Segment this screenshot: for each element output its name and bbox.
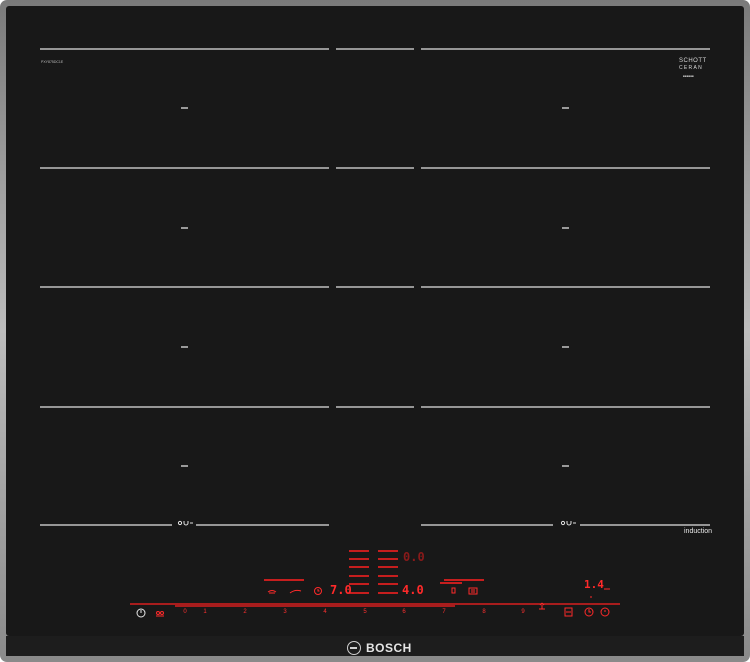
- model-number: PXY875DC1E: [41, 60, 64, 64]
- scale-8[interactable]: 8: [479, 609, 489, 615]
- display-right: 4.0: [402, 583, 424, 597]
- brand-name: BOSCH: [366, 641, 412, 655]
- schott-label: SCHOTT: [679, 58, 707, 64]
- display-left: 7.0: [330, 583, 352, 597]
- scale-2[interactable]: 2: [240, 609, 250, 615]
- scale-7[interactable]: 7: [439, 609, 449, 615]
- scale-0[interactable]: 0: [180, 609, 190, 615]
- display-top: 0.0: [403, 550, 425, 564]
- glass-surface: [6, 6, 744, 636]
- scale-1[interactable]: 1: [200, 609, 210, 615]
- scale-6[interactable]: 6: [399, 609, 409, 615]
- timer-display: 1.4: [584, 578, 604, 591]
- bosch-armature-logo: [347, 641, 361, 655]
- scale-9[interactable]: 9: [518, 609, 528, 615]
- ceran-label: CERAN: [679, 65, 704, 71]
- induction-label: induction: [684, 528, 713, 535]
- scale-3[interactable]: 3: [280, 609, 290, 615]
- glass-code: ■■■■■■: [683, 74, 694, 78]
- scale-5[interactable]: 5: [360, 609, 370, 615]
- scale-4[interactable]: 4: [320, 609, 330, 615]
- cooktop: [0, 0, 750, 662]
